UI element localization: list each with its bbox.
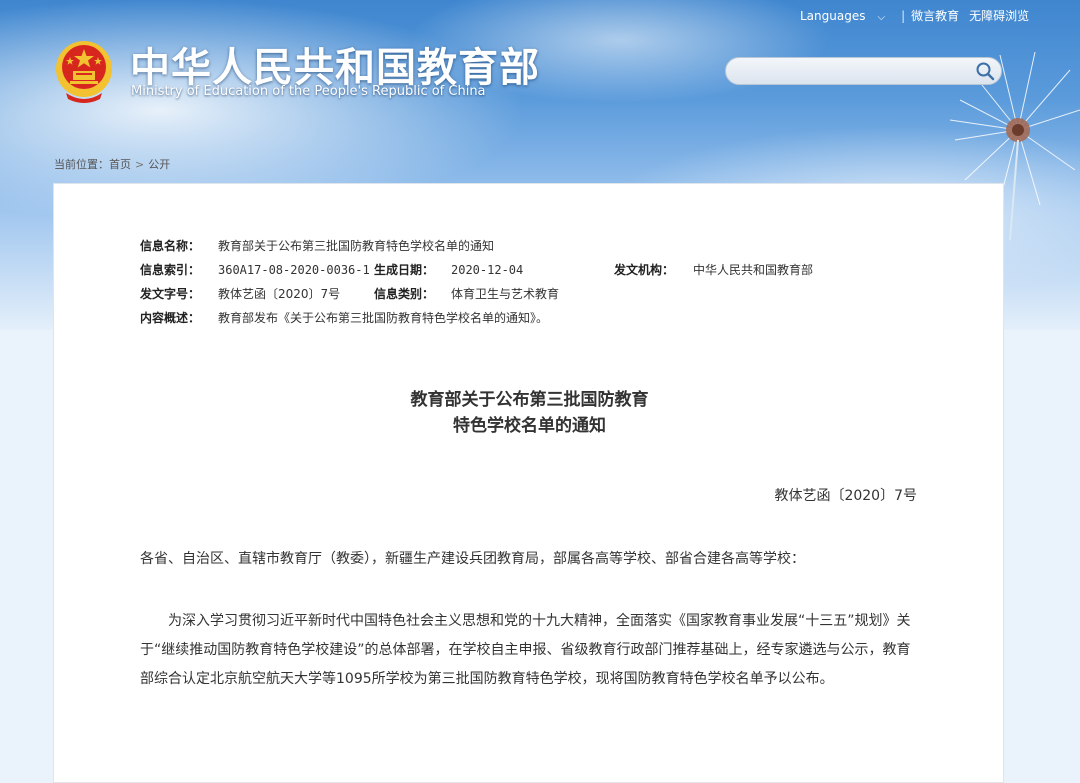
- meta-docno-label: 发文字号：: [140, 287, 201, 301]
- top-links: Languages ⌵ | 微言教育 无障碍浏览: [800, 7, 1039, 24]
- chevron-right-icon: >: [135, 158, 145, 171]
- languages-menu[interactable]: Languages ⌵: [800, 9, 891, 23]
- divider: |: [901, 9, 906, 23]
- document-number: 教体艺函〔2020〕7号: [774, 488, 917, 504]
- search-input[interactable]: [736, 61, 970, 83]
- meta-date-label: 生成日期：: [374, 263, 435, 277]
- breadcrumb-prefix: 当前位置：: [54, 158, 109, 171]
- weiyan-link[interactable]: 微言教育: [911, 9, 959, 23]
- search-icon[interactable]: [975, 61, 995, 81]
- meta-docno-value: 教体艺函〔2020〕7号: [218, 287, 341, 301]
- content-card: 信息名称： 教育部关于公布第三批国防教育特色学校名单的通知 信息索引： 360A…: [53, 183, 1004, 783]
- meta-date-value: 2020-12-04: [451, 263, 524, 277]
- breadcrumb: 当前位置：首页 > 公开: [54, 156, 170, 172]
- breadcrumb-home-link[interactable]: 首页: [109, 158, 131, 171]
- national-emblem-icon: [56, 41, 112, 103]
- site-title-en: Ministry of Education of the People's Re…: [131, 84, 486, 99]
- meta-category-value: 体育卫生与艺术教育: [451, 287, 560, 301]
- document-title: 教育部关于公布第三批国防教育 特色学校名单的通知: [54, 387, 1005, 439]
- document-addressee: 各省、自治区、直辖市教育厅（教委），新疆生产建设兵团教育局，部属各高等学校、部省…: [140, 551, 805, 567]
- meta-index-value: 360A17-08-2020-0036-1: [218, 263, 370, 277]
- meta-summary-value: 教育部发布《关于公布第三批国防教育特色学校名单的通知》。: [218, 311, 549, 325]
- meta-name-label: 信息名称：: [140, 239, 201, 253]
- document-title-line1: 教育部关于公布第三批国防教育: [410, 390, 649, 410]
- document-title-line2: 特色学校名单的通知: [453, 416, 606, 436]
- meta-index-label: 信息索引：: [140, 263, 201, 277]
- chevron-down-icon: ⌵: [877, 12, 886, 23]
- meta-summary-label: 内容概述：: [140, 311, 201, 325]
- meta-name-value: 教育部关于公布第三批国防教育特色学校名单的通知: [218, 239, 495, 253]
- meta-category-label: 信息类别：: [374, 287, 435, 301]
- meta-org-label: 发文机构：: [614, 263, 675, 277]
- accessibility-link[interactable]: 无障碍浏览: [969, 9, 1029, 23]
- document-paragraph: 为深入学习贯彻习近平新时代中国特色社会主义思想和党的十九大精神，全面落实《国家教…: [140, 613, 911, 687]
- breadcrumb-current-link[interactable]: 公开: [148, 158, 170, 171]
- meta-org-value: 中华人民共和国教育部: [693, 263, 814, 277]
- search-box: [725, 57, 1002, 85]
